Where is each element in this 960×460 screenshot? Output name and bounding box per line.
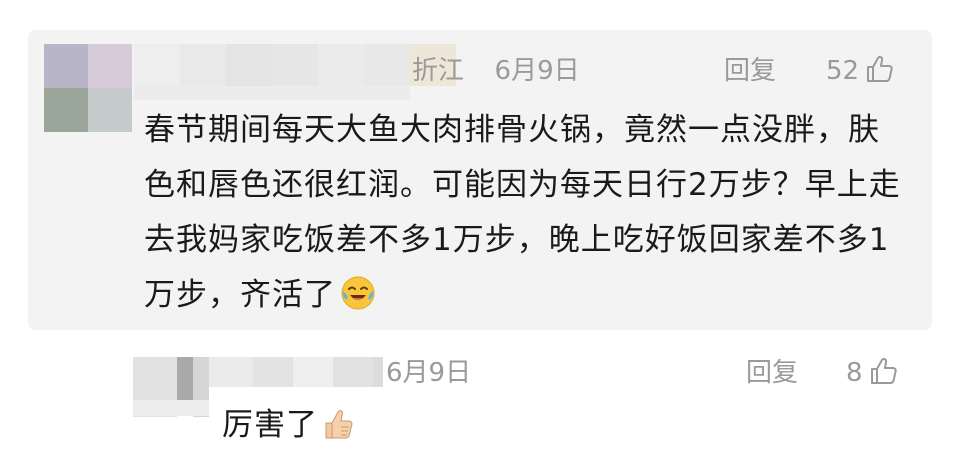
comment-location: 折江 [412,56,465,86]
comment-text: 春节期间每天大鱼大肉排骨火锅，竟然一点没胖，肤色和唇色还很红润。可能因为每天日行… [144,103,904,323]
reply-date: 6月9日 [386,358,472,388]
laughing-tears-icon [341,276,375,310]
like-button[interactable]: 52 [826,54,895,84]
username-blurred[interactable] [134,44,456,86]
reply-reply-button[interactable]: 回复 [746,360,798,386]
reply-like-count: 8 [846,358,863,388]
reply-username-blurred[interactable] [209,357,383,387]
thumbs-up-outline-icon [867,55,893,82]
reply-text-content: 厉害了 [222,407,318,443]
like-count: 52 [826,56,860,86]
reply-text: 厉害了 [222,405,354,445]
thumbs-up-outline-icon [870,357,897,384]
reply-username-blurred-row2 [133,400,209,416]
comment-thread: 折江 6月9日 回复 52 春节期间每天大鱼大肉排骨火锅，竟然一点没胖，肤色和唇… [0,0,960,460]
comment-date: 6月9日 [494,56,580,86]
username-blurred-row2 [134,86,410,100]
comment-meta: 折江 6月9日 [412,58,580,84]
reply-like-button[interactable]: 8 [846,356,899,386]
reply-button[interactable]: 回复 [724,58,776,84]
avatar[interactable] [44,44,132,132]
comment-text-content: 春节期间每天大鱼大肉排骨火锅，竟然一点没胖，肤色和唇色还很红润。可能因为每天日行… [144,112,901,313]
thumbs-up-icon [325,410,353,439]
